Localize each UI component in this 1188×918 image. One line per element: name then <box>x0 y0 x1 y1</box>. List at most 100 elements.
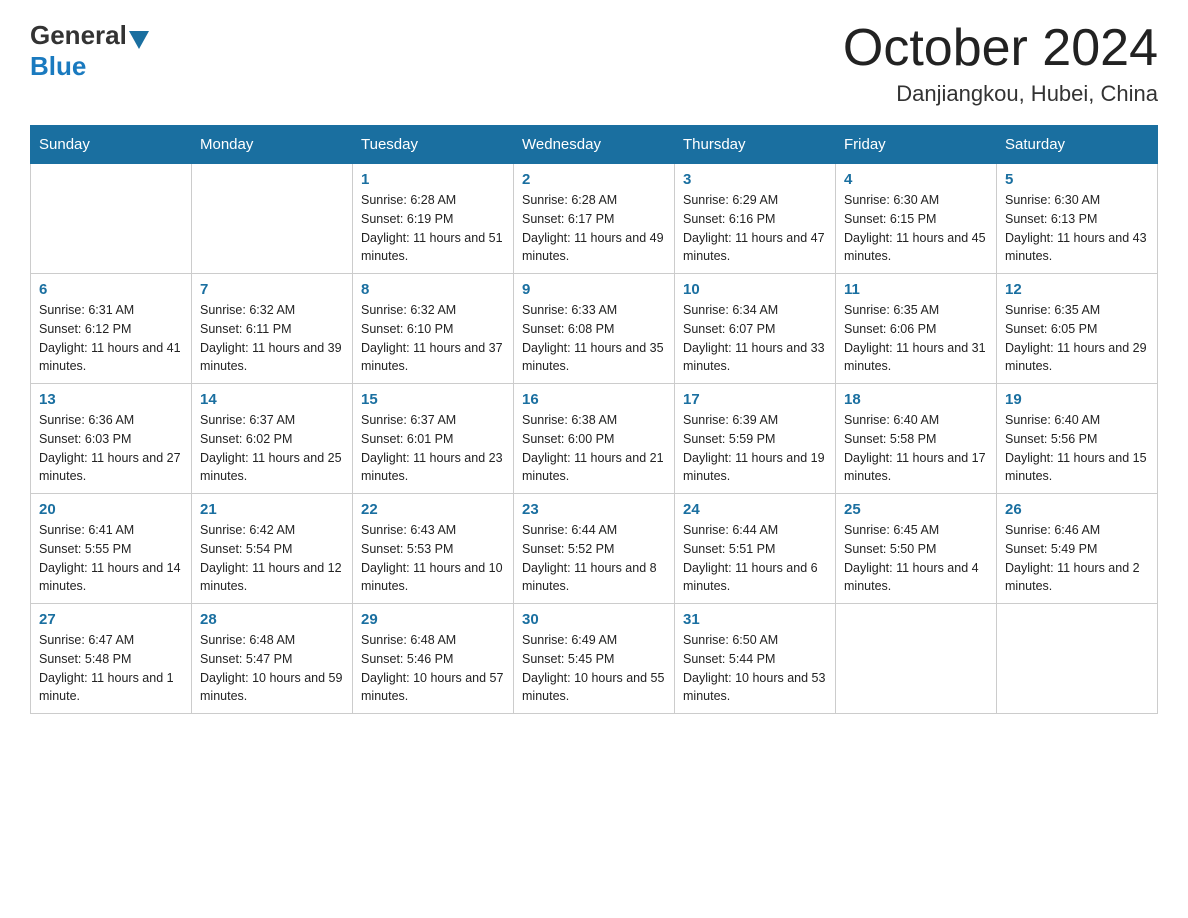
calendar-cell: 8 Sunrise: 6:32 AMSunset: 6:10 PMDaylight… <box>353 274 514 384</box>
day-number: 5 <box>1005 171 1149 188</box>
day-info: Sunrise: 6:34 AMSunset: 6:07 PMDaylight:… <box>683 301 827 376</box>
calendar-cell: 13 Sunrise: 6:36 AMSunset: 6:03 PMDayligh… <box>31 384 192 494</box>
calendar-cell: 22 Sunrise: 6:43 AMSunset: 5:53 PMDayligh… <box>353 494 514 604</box>
day-number: 15 <box>361 391 505 408</box>
calendar-cell <box>997 604 1158 714</box>
header-day-monday: Monday <box>192 126 353 164</box>
calendar-cell: 14Sunrise: 6:37 AMSunset: 6:02 PMDayligh… <box>192 384 353 494</box>
day-info: Sunrise: 6:30 AMSunset: 6:15 PMDaylight:… <box>844 191 988 266</box>
day-number: 16 <box>522 391 666 408</box>
day-info: Sunrise: 6:39 AMSunset: 5:59 PMDaylight:… <box>683 411 827 486</box>
calendar-cell: 17 Sunrise: 6:39 AMSunset: 5:59 PMDayligh… <box>675 384 836 494</box>
day-number: 8 <box>361 281 505 298</box>
header-day-friday: Friday <box>836 126 997 164</box>
day-info: Sunrise: 6:28 AMSunset: 6:17 PMDaylight:… <box>522 191 666 266</box>
day-info: Sunrise: 6:37 AMSunset: 6:01 PMDaylight:… <box>361 411 505 486</box>
day-info: Sunrise: 6:40 AMSunset: 5:56 PMDaylight:… <box>1005 411 1149 486</box>
calendar-cell: 18Sunrise: 6:40 AMSunset: 5:58 PMDayligh… <box>836 384 997 494</box>
calendar-cell: 5 Sunrise: 6:30 AMSunset: 6:13 PMDaylight… <box>997 164 1158 274</box>
logo-general-text: General <box>30 20 127 51</box>
day-number: 10 <box>683 281 827 298</box>
day-number: 19 <box>1005 391 1149 408</box>
location-title: Danjiangkou, Hubei, China <box>843 81 1158 107</box>
week-row-5: 27 Sunrise: 6:47 AMSunset: 5:48 PMDayligh… <box>31 604 1158 714</box>
day-info: Sunrise: 6:44 AMSunset: 5:51 PMDaylight:… <box>683 521 827 596</box>
day-number: 2 <box>522 171 666 188</box>
week-row-2: 6 Sunrise: 6:31 AMSunset: 6:12 PMDaylight… <box>31 274 1158 384</box>
calendar-cell: 1 Sunrise: 6:28 AMSunset: 6:19 PMDaylight… <box>353 164 514 274</box>
calendar-cell: 31 Sunrise: 6:50 AMSunset: 5:44 PMDayligh… <box>675 604 836 714</box>
calendar-cell: 11Sunrise: 6:35 AMSunset: 6:06 PMDayligh… <box>836 274 997 384</box>
calendar-cell: 26Sunrise: 6:46 AMSunset: 5:49 PMDayligh… <box>997 494 1158 604</box>
day-number: 17 <box>683 391 827 408</box>
header-day-saturday: Saturday <box>997 126 1158 164</box>
day-number: 13 <box>39 391 183 408</box>
day-number: 1 <box>361 171 505 188</box>
day-number: 24 <box>683 501 827 518</box>
calendar-cell: 3Sunrise: 6:29 AMSunset: 6:16 PMDaylight… <box>675 164 836 274</box>
day-number: 9 <box>522 281 666 298</box>
day-number: 11 <box>844 281 988 298</box>
calendar-cell: 12Sunrise: 6:35 AMSunset: 6:05 PMDayligh… <box>997 274 1158 384</box>
month-title: October 2024 <box>843 20 1158 77</box>
title-area: October 2024 Danjiangkou, Hubei, China <box>843 20 1158 107</box>
day-number: 28 <box>200 611 344 628</box>
calendar-cell: 19 Sunrise: 6:40 AMSunset: 5:56 PMDayligh… <box>997 384 1158 494</box>
header-day-thursday: Thursday <box>675 126 836 164</box>
day-info: Sunrise: 6:43 AMSunset: 5:53 PMDaylight:… <box>361 521 505 596</box>
day-number: 26 <box>1005 501 1149 518</box>
calendar-cell <box>192 164 353 274</box>
logo: General Blue <box>30 20 151 82</box>
day-number: 7 <box>200 281 344 298</box>
day-number: 23 <box>522 501 666 518</box>
calendar-cell: 2 Sunrise: 6:28 AMSunset: 6:17 PMDaylight… <box>514 164 675 274</box>
day-info: Sunrise: 6:31 AMSunset: 6:12 PMDaylight:… <box>39 301 183 376</box>
calendar-cell: 27 Sunrise: 6:47 AMSunset: 5:48 PMDayligh… <box>31 604 192 714</box>
calendar-cell: 20Sunrise: 6:41 AMSunset: 5:55 PMDayligh… <box>31 494 192 604</box>
day-number: 21 <box>200 501 344 518</box>
header: General Blue October 2024 Danjiangkou, H… <box>30 20 1158 107</box>
day-info: Sunrise: 6:50 AMSunset: 5:44 PMDaylight:… <box>683 631 827 706</box>
calendar-cell: 21 Sunrise: 6:42 AMSunset: 5:54 PMDayligh… <box>192 494 353 604</box>
day-info: Sunrise: 6:36 AMSunset: 6:03 PMDaylight:… <box>39 411 183 486</box>
calendar-cell: 30Sunrise: 6:49 AMSunset: 5:45 PMDayligh… <box>514 604 675 714</box>
day-info: Sunrise: 6:48 AMSunset: 5:47 PMDaylight:… <box>200 631 344 706</box>
calendar-cell: 23 Sunrise: 6:44 AMSunset: 5:52 PMDayligh… <box>514 494 675 604</box>
calendar-cell: 6 Sunrise: 6:31 AMSunset: 6:12 PMDaylight… <box>31 274 192 384</box>
calendar-cell: 16 Sunrise: 6:38 AMSunset: 6:00 PMDayligh… <box>514 384 675 494</box>
day-number: 25 <box>844 501 988 518</box>
day-number: 18 <box>844 391 988 408</box>
calendar-cell: 15 Sunrise: 6:37 AMSunset: 6:01 PMDayligh… <box>353 384 514 494</box>
calendar-cell: 7Sunrise: 6:32 AMSunset: 6:11 PMDaylight… <box>192 274 353 384</box>
day-info: Sunrise: 6:45 AMSunset: 5:50 PMDaylight:… <box>844 521 988 596</box>
day-number: 14 <box>200 391 344 408</box>
day-info: Sunrise: 6:29 AMSunset: 6:16 PMDaylight:… <box>683 191 827 266</box>
day-number: 22 <box>361 501 505 518</box>
day-info: Sunrise: 6:33 AMSunset: 6:08 PMDaylight:… <box>522 301 666 376</box>
day-info: Sunrise: 6:41 AMSunset: 5:55 PMDaylight:… <box>39 521 183 596</box>
day-number: 30 <box>522 611 666 628</box>
day-info: Sunrise: 6:32 AMSunset: 6:10 PMDaylight:… <box>361 301 505 376</box>
calendar-cell: 24 Sunrise: 6:44 AMSunset: 5:51 PMDayligh… <box>675 494 836 604</box>
calendar-cell: 28 Sunrise: 6:48 AMSunset: 5:47 PMDayligh… <box>192 604 353 714</box>
calendar-cell <box>836 604 997 714</box>
day-number: 31 <box>683 611 827 628</box>
day-number: 29 <box>361 611 505 628</box>
day-info: Sunrise: 6:44 AMSunset: 5:52 PMDaylight:… <box>522 521 666 596</box>
header-day-sunday: Sunday <box>31 126 192 164</box>
day-info: Sunrise: 6:47 AMSunset: 5:48 PMDaylight:… <box>39 631 183 706</box>
calendar-table: SundayMondayTuesdayWednesdayThursdayFrid… <box>30 125 1158 714</box>
calendar-cell: 25 Sunrise: 6:45 AMSunset: 5:50 PMDayligh… <box>836 494 997 604</box>
day-number: 4 <box>844 171 988 188</box>
day-info: Sunrise: 6:30 AMSunset: 6:13 PMDaylight:… <box>1005 191 1149 266</box>
day-info: Sunrise: 6:38 AMSunset: 6:00 PMDaylight:… <box>522 411 666 486</box>
week-row-1: 1 Sunrise: 6:28 AMSunset: 6:19 PMDaylight… <box>31 164 1158 274</box>
day-info: Sunrise: 6:28 AMSunset: 6:19 PMDaylight:… <box>361 191 505 266</box>
header-row: SundayMondayTuesdayWednesdayThursdayFrid… <box>31 126 1158 164</box>
day-number: 27 <box>39 611 183 628</box>
day-number: 6 <box>39 281 183 298</box>
day-info: Sunrise: 6:42 AMSunset: 5:54 PMDaylight:… <box>200 521 344 596</box>
logo-triangle-icon <box>129 31 149 49</box>
calendar-cell: 10 Sunrise: 6:34 AMSunset: 6:07 PMDayligh… <box>675 274 836 384</box>
week-row-4: 20Sunrise: 6:41 AMSunset: 5:55 PMDayligh… <box>31 494 1158 604</box>
